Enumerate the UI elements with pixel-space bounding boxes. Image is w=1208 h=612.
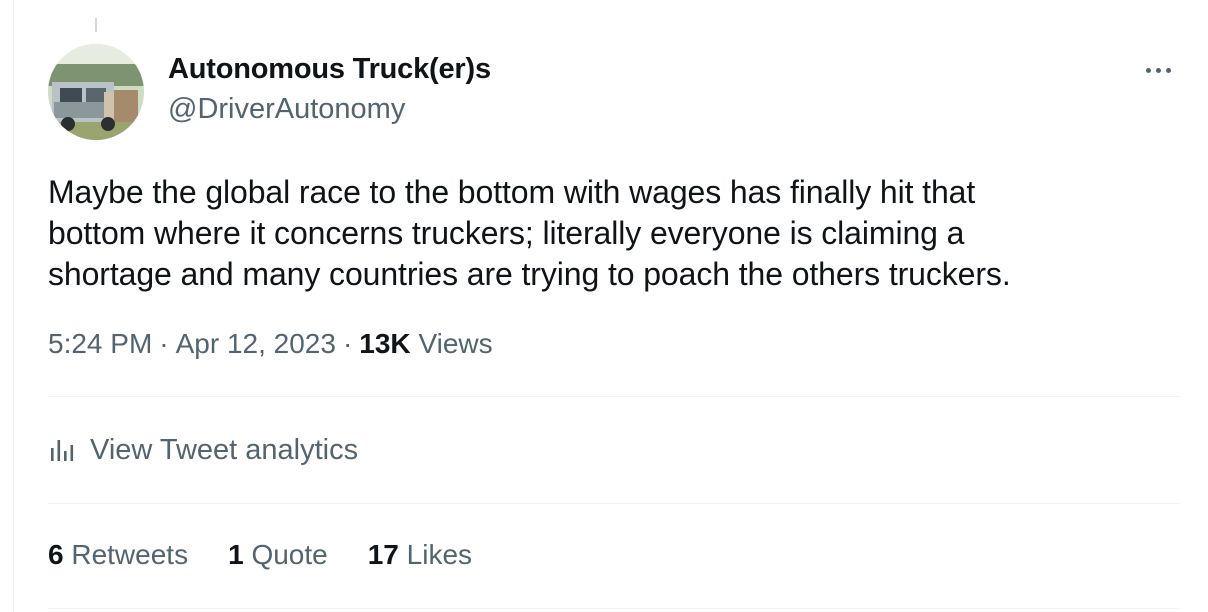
- likes-count: 17: [367, 539, 399, 570]
- view-analytics-link[interactable]: View Tweet analytics: [48, 430, 358, 470]
- views-label: Views: [418, 328, 493, 359]
- likes-label: Likes: [406, 539, 473, 570]
- bar-chart-icon: [51, 440, 74, 461]
- meta-separator: ·: [342, 328, 353, 359]
- tweet-date[interactable]: Apr 12, 2023: [176, 328, 336, 359]
- tweet-text-line: bottom where it concerns truckers; liter…: [48, 215, 965, 251]
- tweet-detail: Autonomous Truck(er)s @DriverAutonomy Ma…: [0, 0, 1208, 612]
- likes-stat[interactable]: 17 Likes: [368, 539, 472, 571]
- more-horizontal-icon: [1145, 67, 1171, 73]
- analytics-label: View Tweet analytics: [90, 433, 359, 466]
- quotes-stat[interactable]: 1 Quote: [228, 539, 328, 571]
- meta-separator: ·: [159, 328, 169, 359]
- retweets-stat[interactable]: 6 Retweets: [48, 539, 188, 571]
- more-options-button[interactable]: [1136, 55, 1180, 85]
- avatar-image: [48, 44, 144, 140]
- retweets-label: Retweets: [71, 539, 189, 570]
- column-border: [13, 0, 14, 612]
- quotes-label: Quote: [251, 539, 328, 570]
- tweet-time[interactable]: 5:24 PM: [48, 328, 152, 359]
- tweet-text-line: Maybe the global race to the bottom with…: [48, 174, 976, 210]
- quotes-count: 1: [228, 539, 244, 570]
- views-count: 13K: [359, 328, 411, 359]
- tweet-text-line: shortage and many countries are trying t…: [48, 256, 1011, 292]
- avatar[interactable]: [48, 44, 144, 140]
- author-handle[interactable]: @DriverAutonomy: [168, 93, 405, 126]
- author-display-name[interactable]: Autonomous Truck(er)s: [168, 53, 491, 86]
- retweets-count: 6: [48, 539, 64, 570]
- engagement-stats: 6 Retweets 1 Quote 17 Likes: [48, 539, 472, 571]
- divider: [48, 503, 1180, 504]
- divider: [48, 608, 1180, 609]
- thread-connector: [95, 18, 97, 32]
- tweet-text: Maybe the global race to the bottom with…: [48, 172, 1188, 295]
- divider: [48, 396, 1180, 397]
- tweet-metadata: 5:24 PM · Apr 12, 2023 · 13K Views: [48, 328, 493, 360]
